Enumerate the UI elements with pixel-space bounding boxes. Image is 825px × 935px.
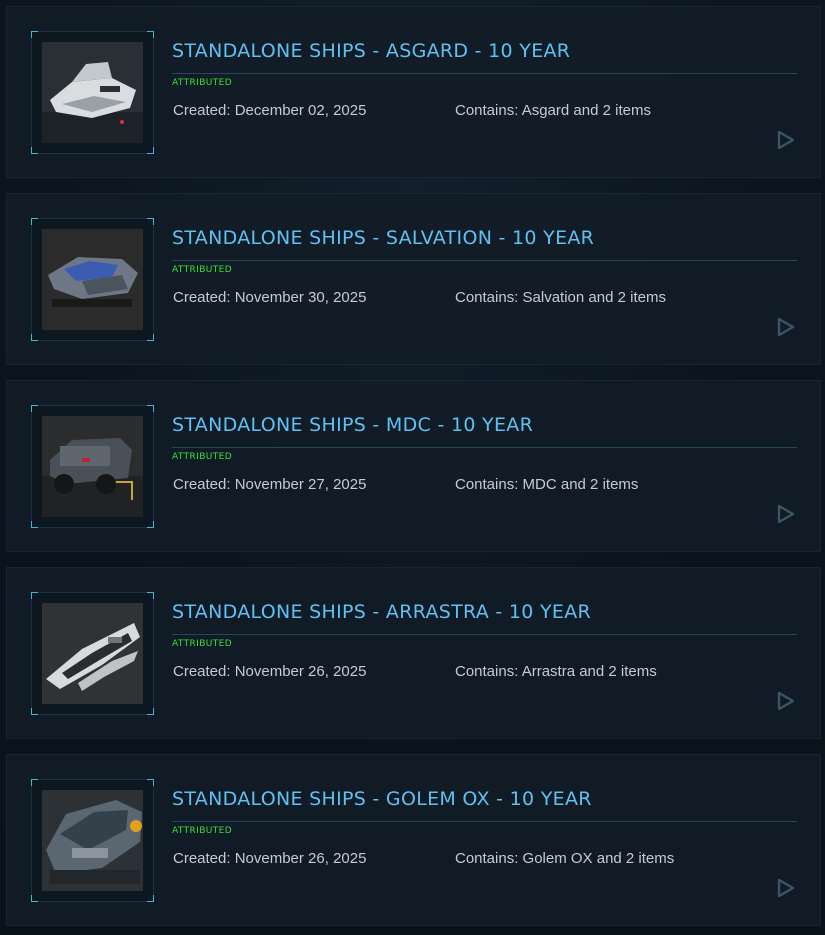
contains-summary: Contains: Arrastra and 2 items [455,663,657,680]
created-date: Created: December 02, 2025 [173,102,367,119]
play-triangle-icon[interactable] [776,878,796,898]
created-date: Created: November 26, 2025 [173,663,367,680]
title-divider [172,447,797,448]
play-triangle-icon[interactable] [776,130,796,150]
mdc-vehicle-image [42,416,143,517]
pledge-card[interactable]: STANDALONE SHIPS - ASGARD - 10 YEAR ATTR… [6,6,821,178]
status-badge: ATTRIBUTED [172,78,233,88]
ship-thumbnail-frame [31,218,154,341]
title-divider [172,634,797,635]
pledge-card[interactable]: STANDALONE SHIPS - ARRASTRA - 10 YEAR AT… [6,567,821,739]
play-triangle-icon[interactable] [776,691,796,711]
title-divider [172,821,797,822]
ship-thumbnail-frame [31,592,154,715]
arrastra-ship-image [42,603,143,704]
pledge-title[interactable]: STANDALONE SHIPS - ASGARD - 10 YEAR [172,40,797,62]
pledge-title[interactable]: STANDALONE SHIPS - GOLEM OX - 10 YEAR [172,788,797,810]
title-divider [172,73,797,74]
play-triangle-icon[interactable] [776,504,796,524]
status-badge: ATTRIBUTED [172,826,233,836]
pledge-title[interactable]: STANDALONE SHIPS - MDC - 10 YEAR [172,414,797,436]
ship-thumbnail-frame [31,31,154,154]
created-date: Created: November 30, 2025 [173,289,367,306]
pledge-title[interactable]: STANDALONE SHIPS - ARRASTRA - 10 YEAR [172,601,797,623]
created-date: Created: November 26, 2025 [173,850,367,867]
contains-summary: Contains: MDC and 2 items [455,476,639,493]
created-date: Created: November 27, 2025 [173,476,367,493]
asgard-ship-image [42,42,143,143]
salvation-ship-image [42,229,143,330]
ship-thumbnail-frame [31,405,154,528]
ship-thumbnail-frame [31,779,154,902]
title-divider [172,260,797,261]
status-badge: ATTRIBUTED [172,265,233,275]
play-triangle-icon[interactable] [776,317,796,337]
contains-summary: Contains: Golem OX and 2 items [455,850,675,867]
pledge-title[interactable]: STANDALONE SHIPS - SALVATION - 10 YEAR [172,227,797,249]
contains-summary: Contains: Salvation and 2 items [455,289,666,306]
pledge-card[interactable]: STANDALONE SHIPS - SALVATION - 10 YEAR A… [6,193,821,365]
contains-summary: Contains: Asgard and 2 items [455,102,651,119]
pledge-card[interactable]: STANDALONE SHIPS - GOLEM OX - 10 YEAR AT… [6,754,821,926]
status-badge: ATTRIBUTED [172,639,233,649]
status-badge: ATTRIBUTED [172,452,233,462]
pledge-card[interactable]: STANDALONE SHIPS - MDC - 10 YEAR ATTRIBU… [6,380,821,552]
golem-ox-ship-image [42,790,143,891]
